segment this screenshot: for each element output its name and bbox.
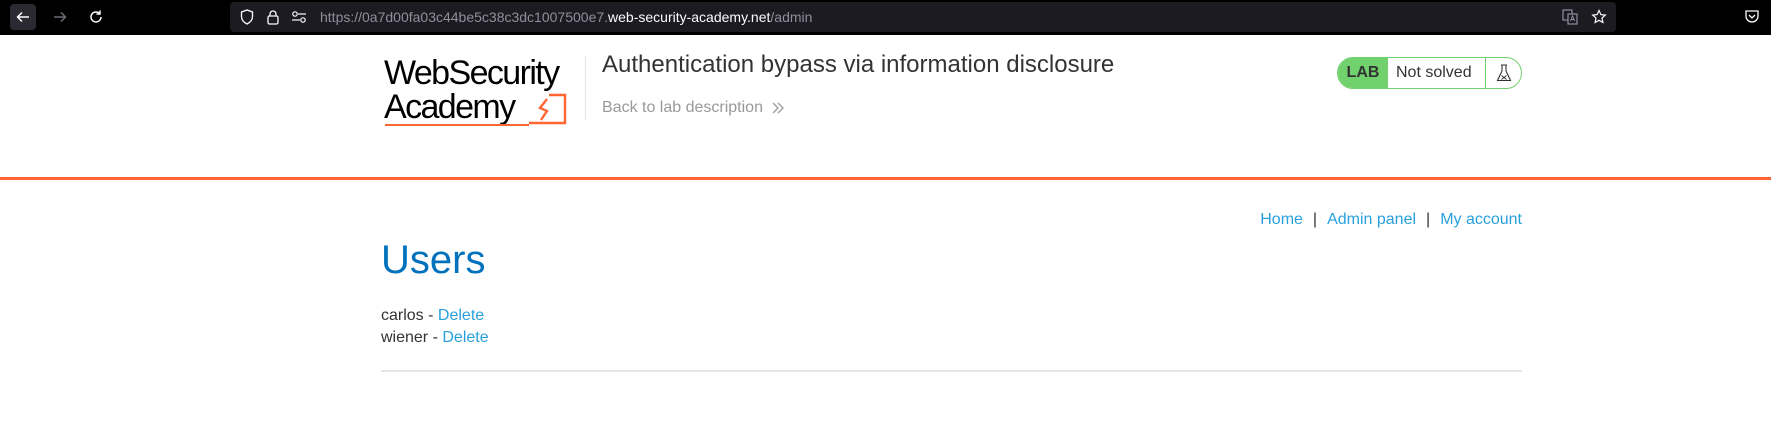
- lab-status-text: Not solved: [1388, 58, 1486, 88]
- arrow-left-icon: [16, 11, 29, 23]
- user-separator: -: [428, 329, 443, 346]
- logo-underline-icon: [385, 124, 529, 126]
- url-path: /admin: [770, 9, 813, 25]
- header-accent-rule: [0, 177, 1771, 180]
- user-separator: -: [423, 307, 438, 324]
- user-list: carlos - Delete wiener - Delete: [381, 305, 489, 349]
- nav-separator: |: [1426, 211, 1431, 228]
- bookmark-star-icon[interactable]: [1591, 9, 1607, 25]
- reload-icon: [90, 10, 102, 23]
- logo-text-line2: Academy: [384, 88, 516, 126]
- pocket-icon[interactable]: [1743, 8, 1761, 26]
- web-security-academy-logo[interactable]: WebSecurity Academy: [384, 54, 584, 126]
- double-chevron-right-icon: [772, 102, 784, 114]
- logo-mark-icon: [529, 93, 567, 125]
- reload-button[interactable]: [83, 4, 109, 30]
- nav-my-account-link[interactable]: My account: [1440, 211, 1522, 229]
- lab-badge: LAB: [1338, 58, 1388, 88]
- back-button[interactable]: [10, 4, 36, 30]
- back-to-lab-description-link[interactable]: Back to lab description: [602, 99, 785, 117]
- url-text[interactable]: https://0a7d00fa03c44be5c38c3dc1007500e7…: [320, 9, 812, 25]
- delete-wiener-link[interactable]: Delete: [442, 329, 488, 346]
- nav-separator: |: [1312, 211, 1318, 228]
- url-prefix: https://0a7d00fa03c44be5c38c3dc1007500e7…: [320, 9, 609, 25]
- delete-carlos-link[interactable]: Delete: [438, 307, 484, 324]
- back-link-label: Back to lab description: [602, 99, 763, 116]
- page-title: Users: [381, 238, 486, 282]
- username: wiener: [381, 329, 429, 346]
- lab-title: Authentication bypass via information di…: [602, 51, 1115, 78]
- username: carlos: [381, 307, 424, 324]
- url-domain: web-security-academy.net: [608, 9, 771, 25]
- logo-text-line1: WebSecurity: [384, 54, 560, 92]
- browser-toolbar: https://0a7d00fa03c44be5c38c3dc1007500e7…: [0, 0, 1771, 35]
- shield-icon[interactable]: [239, 9, 255, 25]
- nav-home-link[interactable]: Home: [1260, 211, 1303, 229]
- lab-status-widget: LAB Not solved: [1337, 57, 1522, 89]
- forward-button[interactable]: [47, 4, 73, 30]
- flask-icon: [1486, 58, 1521, 88]
- arrow-right-icon: [54, 11, 67, 23]
- header-divider: [585, 56, 586, 120]
- address-bar[interactable]: https://0a7d00fa03c44be5c38c3dc1007500e7…: [230, 2, 1616, 32]
- lock-icon[interactable]: [265, 9, 281, 25]
- user-row-carlos: carlos - Delete: [381, 305, 489, 327]
- user-row-wiener: wiener - Delete: [381, 327, 489, 349]
- content-divider: [381, 370, 1522, 372]
- nav-admin-panel-link[interactable]: Admin panel: [1327, 211, 1416, 229]
- top-navigation: Home | Admin panel | My account: [1260, 211, 1522, 229]
- permissions-icon[interactable]: [291, 9, 307, 25]
- translate-icon[interactable]: [1562, 9, 1578, 25]
